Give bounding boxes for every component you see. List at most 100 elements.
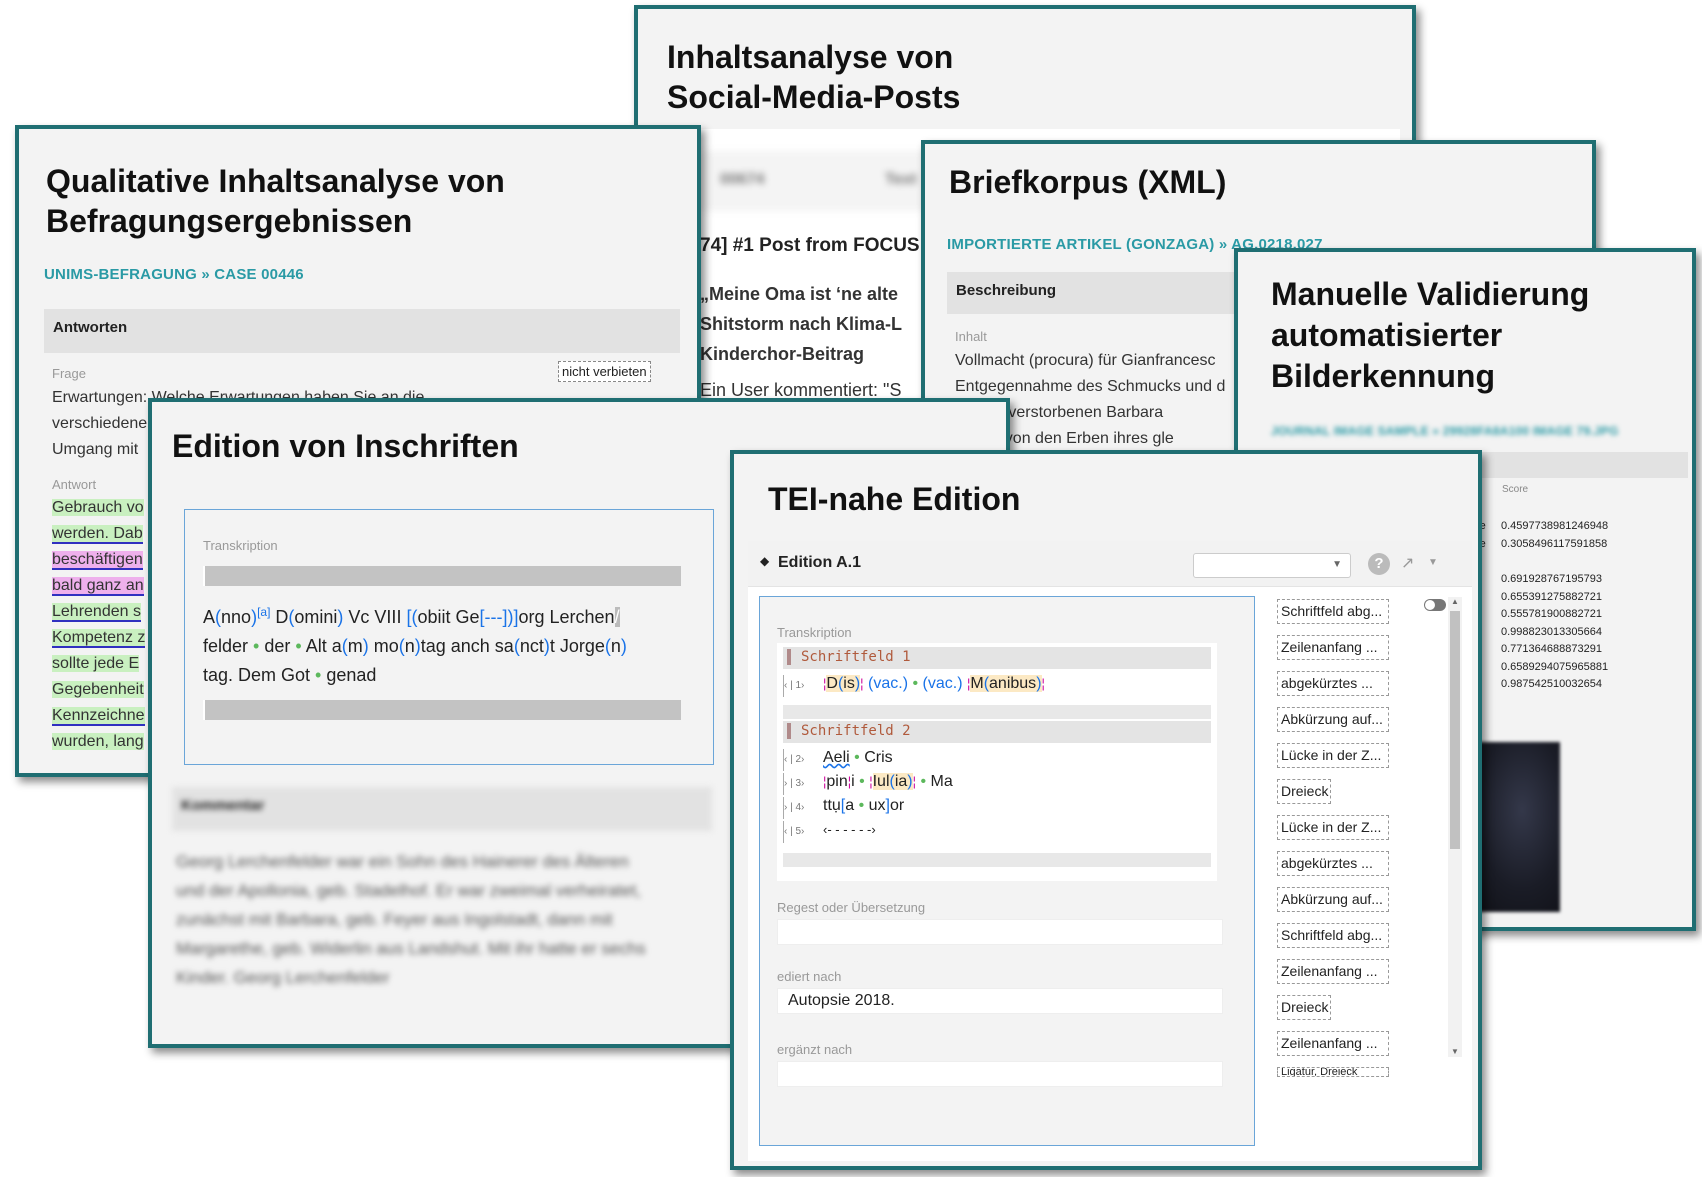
qual-card-title: Qualitative Inhaltsanalyse von Befragung… [46, 161, 505, 241]
coded-segment[interactable]: werden. Dab [52, 525, 143, 544]
score-row: 0.998823013305664 [1501, 625, 1602, 638]
tei-line-4[interactable]: › | 4› ttụ[a • ux]or [783, 795, 904, 819]
tei-ediert-label: ediert nach [777, 969, 842, 984]
tei-schriftfeld-2-header[interactable]: Schriftfeld 2 [783, 721, 1211, 743]
schriftfeld-2-label: Schriftfeld 2 [801, 723, 911, 739]
tei-ergaenzt-label: ergänzt nach [777, 1042, 853, 1057]
tei-tag[interactable]: Abkürzung auf... [1277, 887, 1389, 912]
brief-inhalt-label: Inhalt [955, 329, 987, 344]
social-post-id: 00674 [720, 171, 765, 188]
footnote-marker[interactable]: [a] [257, 605, 270, 619]
tei-toggle-switch[interactable] [1424, 599, 1446, 611]
tei-line-3[interactable]: › | 3› ¦pin¦i • ¦Iul(ia)¦ • Ma [783, 771, 953, 795]
qual-answer-text: Gebrauch vo werden. Dab beschäftigen bal… [52, 495, 146, 755]
coded-segment[interactable]: sollte jede E [52, 655, 140, 672]
qual-frage-label: Frage [52, 366, 86, 381]
tei-tag[interactable]: Dreieck [1277, 995, 1331, 1020]
qual-badge[interactable]: nicht verbieten [558, 361, 651, 382]
scroll-down-icon[interactable]: ▼ [1451, 1047, 1459, 1056]
tei-tag[interactable]: Lücke in der Z... [1277, 743, 1389, 768]
qual-answer-line[interactable]: beschäftigen [52, 547, 145, 573]
inschrift-line[interactable]: felder • der • Alt a(m) mo(n)tag anch sa… [203, 632, 693, 661]
tei-tag[interactable]: Schriftfeld abg... [1277, 923, 1389, 948]
tei-transkription-area[interactable]: Schriftfeld 1 ‹ | 1› ¦D(is)¦ (vac.) • (va… [777, 643, 1217, 881]
score-row: 0.691928767195793 [1501, 573, 1602, 585]
tei-tag[interactable]: Dreieck [1277, 779, 1331, 804]
qual-answer-line[interactable]: Gegebenheit [52, 677, 145, 703]
tei-edition-name: Edition A.1 [778, 554, 861, 571]
chevron-down-icon: ▼ [1332, 559, 1342, 570]
tei-tag[interactable]: Abkürzung auf... [1277, 707, 1389, 732]
inschrift-kommentar-header: Kommentar [172, 787, 712, 831]
qual-answer-line[interactable]: sollte jede E [52, 651, 145, 677]
social-post-line: „Meine Oma ist ‘ne alte [700, 284, 899, 304]
score-row: 0.987542510032654 [1501, 678, 1602, 690]
inschrift-line[interactable]: A(nno)[a] D(omini) Vc VIII [(obiit Ge[--… [203, 598, 693, 632]
tei-tag[interactable]: abgekürztes ... [1277, 671, 1389, 696]
qual-answer-line[interactable]: Kennzeichne [52, 703, 145, 729]
social-post-title: 74] #1 Post from FOCUS [700, 235, 920, 256]
tei-tag[interactable]: abgekürztes ... [1277, 851, 1389, 876]
help-icon[interactable]: ? [1368, 553, 1390, 575]
qual-answer-line[interactable]: Gebrauch vo [52, 495, 145, 521]
qual-answer-line[interactable]: bald ganz an [52, 573, 145, 599]
tei-edition-select[interactable]: ▼ [1193, 553, 1351, 578]
coded-segment[interactable]: Kompetenz z [52, 629, 146, 648]
qual-answer-line[interactable]: wurden, lang [52, 729, 145, 755]
tei-edition-header[interactable]: ◆ Edition A.1 ▼ ? ↗ ▼ [748, 541, 1472, 587]
coded-segment[interactable]: Gegebenheit [52, 681, 144, 698]
coded-segment[interactable]: bald ganz an [52, 577, 144, 596]
coded-segment[interactable]: Gebrauch vo [52, 499, 144, 516]
qual-answer-line[interactable]: Lehrenden s [52, 599, 145, 625]
tei-divider-bar [783, 705, 1211, 719]
tei-tag[interactable]: Lücke in der Z... [1277, 815, 1389, 840]
score-row: 0.771364688873291 [1501, 643, 1602, 655]
inschrift-kommentar-text: Georg Lerchenfelder war ein Sohn des Hai… [176, 852, 646, 987]
qual-answer-line[interactable]: Kompetenz z [52, 625, 146, 651]
coded-segment[interactable]: wurden, lang [52, 733, 144, 750]
tei-regest-label: Regest oder Übersetzung [777, 900, 926, 915]
tei-ediert-input[interactable]: Autopsie 2018. [777, 988, 1223, 1014]
score-row: able0.3058496117591858 [1465, 537, 1608, 550]
social-text-column: Text [885, 171, 917, 188]
manual-title-line1: Manuelle Validierung [1271, 276, 1590, 312]
score-row: 0.655391275882721 [1501, 590, 1602, 603]
qual-answer-line[interactable]: werden. Dab [52, 521, 145, 547]
tei-scrollbar-thumb[interactable] [1450, 611, 1460, 849]
tei-tag[interactable]: Zeilenanfang ... [1277, 635, 1389, 660]
tei-ergaenzt-input[interactable] [777, 1061, 1223, 1087]
tei-tag[interactable]: Zeilenanfang ... [1277, 1031, 1389, 1056]
tei-line-1[interactable]: ‹ | 1› ¦D(is)¦ (vac.) • (vac.) ¦M(anibus)… [783, 673, 1045, 697]
manual-score-label: Score [1502, 484, 1529, 495]
inschrift-top-bar [203, 566, 681, 586]
coded-segment[interactable]: Lehrenden s [52, 603, 141, 622]
social-card-title: Inhaltsanalyse von Social-Media-Posts [667, 37, 960, 117]
inschrift-line[interactable]: tag. Dem Got • genad [203, 661, 693, 690]
inschrift-card-title: Edition von Inschriften [172, 428, 519, 464]
tei-transkription-box: Transkription Schriftfeld 1 ‹ | 1› ¦D(is)… [759, 596, 1255, 1146]
tei-line-2[interactable]: ‹ | 2› Aeli • Cris [783, 747, 893, 771]
tei-tag[interactable]: Schriftfeld abg... [1277, 599, 1389, 624]
tei-regest-input[interactable] [777, 919, 1223, 945]
social-post-body: „Meine Oma ist ‘ne alte Shitstorm nach K… [700, 279, 902, 405]
score-row: able0.4597738981246948 [1465, 520, 1609, 532]
menu-chevron-icon[interactable]: ▼ [1428, 557, 1438, 568]
qual-title-line1: Qualitative Inhaltsanalyse von [46, 163, 505, 199]
scroll-up-icon[interactable]: ▲ [1451, 597, 1459, 606]
tei-tag[interactable]: Zeilenanfang ... [1277, 959, 1389, 984]
tei-schriftfeld-1-header[interactable]: Schriftfeld 1 [783, 647, 1211, 669]
score-row: n0.555781900882721 [1465, 608, 1602, 620]
social-post-line: Kinderchor-Beitrag [700, 344, 865, 364]
tei-scrollbar-track[interactable]: ▲ ▼ [1448, 597, 1462, 1057]
tei-line-5[interactable]: ‹ | 5› ‹- - - - - -› [783, 819, 876, 843]
manual-title-line2: automatisierter [1271, 317, 1503, 353]
coded-segment[interactable]: Kennzeichne [52, 707, 145, 726]
qual-section-antworten: Antworten [44, 309, 680, 353]
tei-tag[interactable]: Ligatur, Dreieck [1277, 1067, 1389, 1077]
external-link-icon[interactable]: ↗ [1401, 553, 1414, 573]
qual-breadcrumb[interactable]: UNIMS-BEFRAGUNG » CASE 00446 [44, 266, 304, 283]
line-number: › | 4› [783, 797, 823, 819]
coded-segment[interactable]: beschäftigen [52, 551, 143, 570]
qual-title-line2: Befragungsergebnissen [46, 203, 413, 239]
manual-title-line3: Bilderkennung [1271, 358, 1496, 394]
